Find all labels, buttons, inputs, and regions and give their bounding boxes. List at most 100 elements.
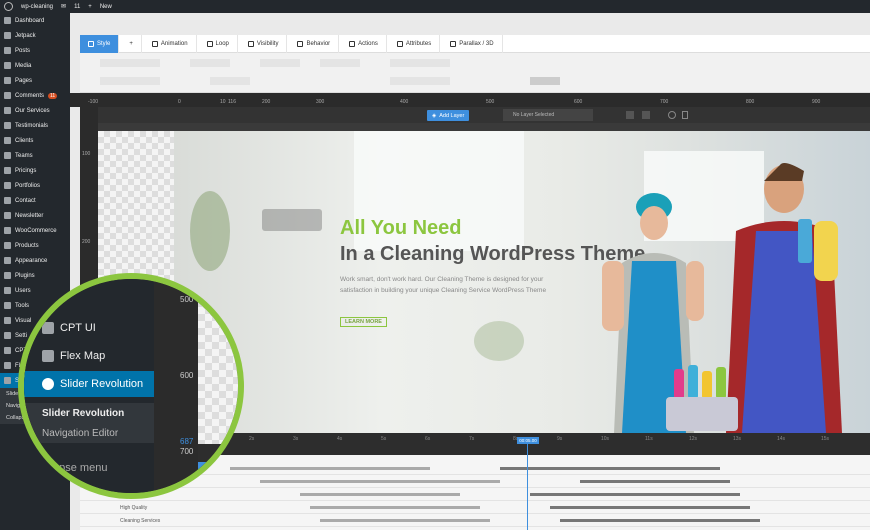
tab-3[interactable]: Loop bbox=[199, 34, 238, 53]
tab-7[interactable]: Attributes bbox=[389, 34, 441, 53]
timeline-segment[interactable] bbox=[560, 519, 760, 522]
ruler-tick: 0 bbox=[178, 99, 181, 105]
delete-icon[interactable] bbox=[626, 111, 634, 119]
slide-paragraph[interactable]: Work smart, don't work hard. Our Cleanin… bbox=[340, 274, 550, 296]
menu-icon bbox=[4, 47, 11, 54]
map-icon bbox=[42, 350, 54, 362]
timeline-segment[interactable] bbox=[580, 480, 730, 483]
mag-collapse-menu[interactable]: ollapse menu bbox=[24, 455, 154, 481]
mag-sub-slider[interactable]: Slider Revolution bbox=[24, 403, 154, 423]
ruler-left-tick: 100 bbox=[82, 151, 91, 157]
align-buttons[interactable] bbox=[530, 77, 560, 85]
sidebar-item-1[interactable]: Jetpack bbox=[0, 28, 70, 43]
new-icon[interactable]: + bbox=[88, 4, 92, 10]
sidebar-item-12[interactable]: Contact bbox=[0, 193, 70, 208]
visibility-icon[interactable] bbox=[668, 111, 676, 119]
sidebar-item-9[interactable]: Teams bbox=[0, 148, 70, 163]
tab-1[interactable]: + bbox=[121, 34, 142, 53]
timeline-row[interactable]: High Quality bbox=[80, 502, 870, 514]
bold-field[interactable] bbox=[210, 77, 250, 85]
sidebar-item-16[interactable]: Appearance bbox=[0, 253, 70, 268]
wordpress-logo-icon[interactable] bbox=[4, 2, 13, 11]
lock-icon[interactable] bbox=[682, 111, 688, 119]
mag-settings-item[interactable]: ttings bbox=[24, 281, 154, 307]
size-field[interactable] bbox=[190, 59, 230, 67]
timeline-segment[interactable] bbox=[230, 467, 430, 470]
x-field[interactable] bbox=[390, 59, 450, 67]
tab-6[interactable]: Actions bbox=[341, 34, 387, 53]
menu-icon bbox=[4, 302, 11, 309]
sidebar-item-7[interactable]: Testimonials bbox=[0, 118, 70, 133]
mag-settings-label: ttings bbox=[42, 288, 69, 300]
mag-cpt-ui-item[interactable]: CPT UI bbox=[24, 315, 154, 341]
timeline-tick: 4s bbox=[337, 436, 343, 442]
ruler-tick: 10 bbox=[220, 99, 226, 105]
menu-icon bbox=[4, 272, 11, 279]
sidebar-item-15[interactable]: Products bbox=[0, 238, 70, 253]
learn-more-button[interactable]: LEARN MORE bbox=[340, 317, 387, 327]
sidebar-item-14[interactable]: WooCommerce bbox=[0, 223, 70, 238]
timeline-segment[interactable] bbox=[300, 493, 460, 496]
add-layer-button[interactable]: ◈ Add Layer bbox=[427, 110, 470, 121]
menu-icon bbox=[4, 32, 11, 39]
mag-slider-revolution-item[interactable]: Slider Revolution bbox=[24, 371, 154, 397]
sidebar-item-label: Contact bbox=[15, 197, 36, 204]
timeline-segment[interactable] bbox=[500, 467, 720, 470]
timeline-row[interactable]: Cleaning Services bbox=[80, 515, 870, 527]
sidebar-item-label: WooCommerce bbox=[15, 227, 57, 234]
tab-label: Behavior bbox=[306, 40, 331, 47]
timeline-playhead[interactable] bbox=[527, 438, 528, 530]
tab-5[interactable]: Behavior bbox=[289, 34, 340, 53]
timeline-segment[interactable] bbox=[310, 506, 480, 509]
site-name-link[interactable]: wp-cleaning bbox=[21, 4, 53, 10]
bg-shelf bbox=[262, 209, 322, 231]
menu-icon bbox=[4, 92, 11, 99]
menu-icon bbox=[4, 77, 11, 84]
tab-0[interactable]: Style bbox=[80, 34, 120, 53]
mag-flex-map-item[interactable]: Flex Map bbox=[24, 343, 154, 369]
line-height-field[interactable] bbox=[260, 59, 300, 67]
play-button[interactable] bbox=[198, 462, 218, 480]
new-link[interactable]: New bbox=[100, 4, 112, 10]
duplicate-icon[interactable] bbox=[642, 111, 650, 119]
sidebar-item-10[interactable]: Pricings bbox=[0, 163, 70, 178]
tab-2[interactable]: Animation bbox=[144, 34, 197, 53]
layer-toolbar: Style + Animation Loop Visibility Behavior Act… bbox=[80, 34, 870, 53]
sidebar-item-label: Pages bbox=[15, 77, 33, 84]
tab-icon bbox=[450, 40, 457, 47]
layer-select[interactable]: No Layer Selected bbox=[503, 109, 593, 121]
sidebar-item-5[interactable]: Comments 11 bbox=[0, 88, 70, 103]
mag-collapse-label: ollapse menu bbox=[42, 462, 108, 474]
width-field[interactable] bbox=[390, 77, 450, 85]
sidebar-item-0[interactable]: Dashboard bbox=[0, 13, 70, 28]
comments-icon[interactable]: ✉ bbox=[61, 3, 66, 10]
font-field[interactable] bbox=[100, 59, 160, 67]
timeline-segment[interactable] bbox=[550, 506, 750, 509]
comments-count[interactable]: 11 bbox=[74, 4, 80, 10]
color-field[interactable] bbox=[100, 77, 160, 85]
timeline-tick: 5s bbox=[381, 436, 387, 442]
timeline-segment[interactable] bbox=[260, 480, 500, 483]
sidebar-item-8[interactable]: Clients bbox=[0, 133, 70, 148]
sidebar-item-11[interactable]: Portfolios bbox=[0, 178, 70, 193]
timeline-tick: 7s bbox=[469, 436, 475, 442]
tab-label: + bbox=[129, 40, 133, 47]
sidebar-item-6[interactable]: Our Services bbox=[0, 103, 70, 118]
admin-bar: wp-cleaning ✉ 11 + New bbox=[0, 0, 870, 13]
sidebar-item-2[interactable]: Posts bbox=[0, 43, 70, 58]
sidebar-item-4[interactable]: Pages bbox=[0, 73, 70, 88]
slide-preview[interactable]: All You Need In a Cleaning WordPress The… bbox=[174, 131, 870, 433]
sidebar-item-13[interactable]: Newsletter bbox=[0, 208, 70, 223]
menu-icon bbox=[4, 137, 11, 144]
sidebar-item-3[interactable]: Media bbox=[0, 58, 70, 73]
tab-8[interactable]: Parallax / 3D bbox=[442, 34, 503, 53]
slider-revolution-icon bbox=[42, 378, 54, 390]
headline-1[interactable]: All You Need bbox=[340, 217, 462, 240]
weight-field[interactable] bbox=[320, 59, 360, 67]
timeline-segment[interactable] bbox=[320, 519, 490, 522]
cleaning-bucket-image bbox=[666, 365, 738, 431]
zoom-magnifier: ttings CPT UI Flex Map Slider Revolution… bbox=[18, 273, 244, 499]
tab-4[interactable]: Visibility bbox=[240, 34, 288, 53]
timeline-segment[interactable] bbox=[530, 493, 740, 496]
mag-sub-nav[interactable]: Navigation Editor bbox=[24, 423, 154, 443]
